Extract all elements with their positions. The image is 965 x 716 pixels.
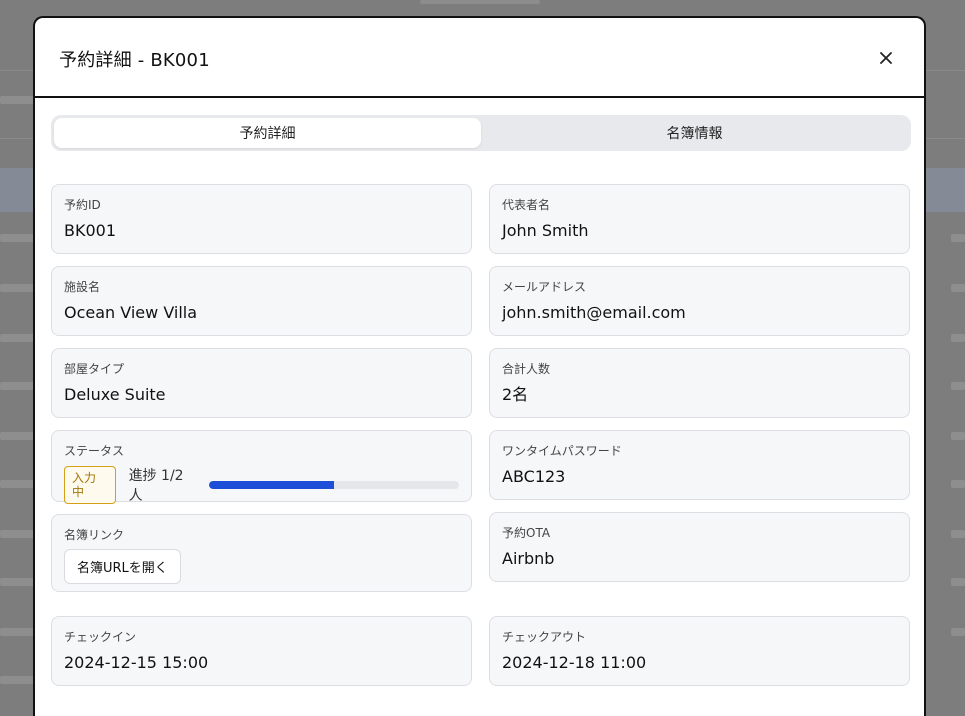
- field-label: ステータス: [64, 444, 125, 458]
- field-label: メールアドレス: [502, 280, 587, 294]
- field-value: john.smith@email.com: [502, 303, 686, 322]
- bg-hint: [0, 578, 36, 586]
- bg-hint: [420, 0, 540, 4]
- bg-hint: [951, 432, 965, 440]
- field-label: 合計人数: [502, 362, 551, 376]
- field-label: 予約OTA: [502, 526, 551, 540]
- bg-hint: [0, 432, 36, 440]
- bg-hint: [951, 234, 965, 242]
- field-room-type: 部屋タイプ Deluxe Suite: [51, 348, 472, 418]
- bg-hint: [0, 480, 36, 488]
- tab-roster-info[interactable]: 名簿情報: [481, 118, 908, 148]
- field-value: 2名: [502, 385, 529, 404]
- field-checkout: チェックアウト 2024-12-18 11:00: [489, 616, 910, 686]
- bg-hint: [951, 480, 965, 488]
- field-booking-id: 予約ID BK001: [51, 184, 472, 254]
- field-label: チェックアウト: [502, 630, 587, 644]
- field-status: ステータス 入力中 進捗 1/2人: [51, 430, 472, 505]
- field-label: 代表者名: [502, 198, 551, 212]
- bg-hint: [0, 628, 36, 636]
- field-ota: 予約OTA Airbnb: [489, 512, 910, 582]
- status-row: 入力中 進捗 1/2人: [64, 465, 459, 505]
- bg-hint: [951, 382, 965, 390]
- field-email: メールアドレス john.smith@email.com: [489, 266, 910, 336]
- tab-bar: 予約詳細 名簿情報: [51, 115, 911, 151]
- progress-fill: [208, 481, 334, 489]
- field-value: BK001: [64, 221, 117, 240]
- bg-hint: [951, 334, 965, 342]
- field-value: John Smith: [502, 221, 589, 240]
- bg-hint: [0, 382, 36, 390]
- field-value: Ocean View Villa: [64, 303, 198, 322]
- field-label: チェックイン: [64, 630, 137, 644]
- bg-hint: [951, 284, 965, 292]
- field-label: 部屋タイプ: [64, 362, 125, 376]
- field-label: 予約ID: [64, 198, 101, 212]
- field-checkin: チェックイン 2024-12-15 15:00: [51, 616, 472, 686]
- field-representative: 代表者名 John Smith: [489, 184, 910, 254]
- bg-hint: [0, 234, 36, 242]
- open-roster-url-button[interactable]: 名簿URLを開く: [64, 549, 181, 584]
- modal-title: 予約詳細 - BK001: [59, 50, 210, 71]
- close-button[interactable]: [874, 46, 898, 70]
- field-otp: ワンタイムパスワード ABC123: [489, 430, 910, 500]
- bg-hint: [951, 530, 965, 538]
- close-icon: [880, 52, 892, 64]
- bg-hint: [0, 334, 36, 342]
- modal-header: 予約詳細 - BK001: [35, 18, 924, 98]
- bg-hint: [951, 578, 965, 586]
- bg-hint: [0, 96, 36, 104]
- progress-text: 進捗 1/2人: [128, 468, 184, 504]
- progress-bar: [208, 481, 459, 489]
- field-value: Airbnb: [502, 549, 555, 568]
- field-value: Deluxe Suite: [64, 385, 166, 404]
- field-label: 名簿リンク: [64, 528, 125, 542]
- field-value: 2024-12-15 15:00: [64, 653, 209, 672]
- field-roster-link: 名簿リンク 名簿URLを開く: [51, 514, 472, 592]
- bg-hint: [951, 628, 965, 636]
- bg-hint: [0, 284, 36, 292]
- tab-booking-details[interactable]: 予約詳細: [54, 118, 481, 148]
- status-badge: 入力中: [64, 466, 116, 504]
- field-label: 施設名: [64, 280, 101, 294]
- field-label: ワンタイムパスワード: [502, 444, 622, 458]
- field-facility: 施設名 Ocean View Villa: [51, 266, 472, 336]
- field-total-guests: 合計人数 2名: [489, 348, 910, 418]
- bg-hint: [0, 676, 36, 684]
- field-value: 2024-12-18 11:00: [502, 653, 647, 672]
- booking-detail-modal: 予約詳細 - BK001 予約詳細 名簿情報 予約ID BK001 施設名 Oc…: [33, 16, 926, 716]
- field-value: ABC123: [502, 467, 566, 486]
- bg-hint: [0, 530, 36, 538]
